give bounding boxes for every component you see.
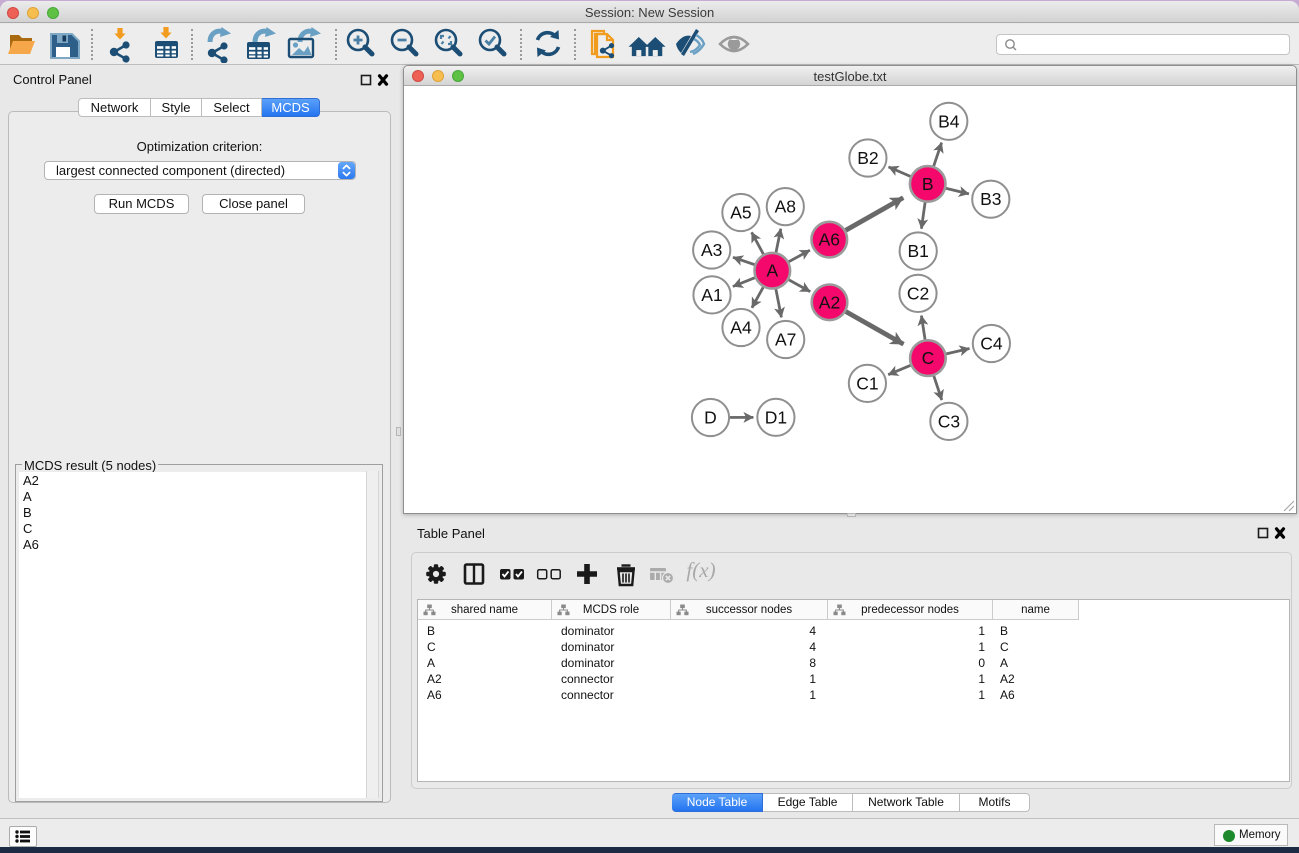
svg-text:C3: C3: [938, 411, 960, 431]
svg-text:A4: A4: [730, 318, 752, 338]
svg-text:B: B: [922, 174, 934, 194]
svg-text:C2: C2: [907, 283, 929, 303]
svg-text:A7: A7: [775, 330, 796, 350]
svg-text:C: C: [922, 348, 935, 368]
svg-text:D: D: [704, 408, 717, 428]
svg-text:B2: B2: [857, 148, 878, 168]
svg-text:B1: B1: [907, 241, 928, 261]
svg-text:C4: C4: [980, 334, 1003, 354]
svg-text:A: A: [766, 261, 778, 281]
svg-text:A6: A6: [819, 230, 840, 250]
svg-text:A1: A1: [701, 285, 722, 305]
svg-text:C1: C1: [856, 373, 878, 393]
svg-text:A8: A8: [775, 197, 796, 217]
svg-text:D1: D1: [765, 407, 787, 427]
svg-text:B4: B4: [938, 111, 960, 131]
svg-text:A5: A5: [730, 203, 751, 223]
svg-text:B3: B3: [980, 189, 1001, 209]
svg-text:A2: A2: [819, 292, 840, 312]
svg-text:A3: A3: [701, 240, 722, 260]
